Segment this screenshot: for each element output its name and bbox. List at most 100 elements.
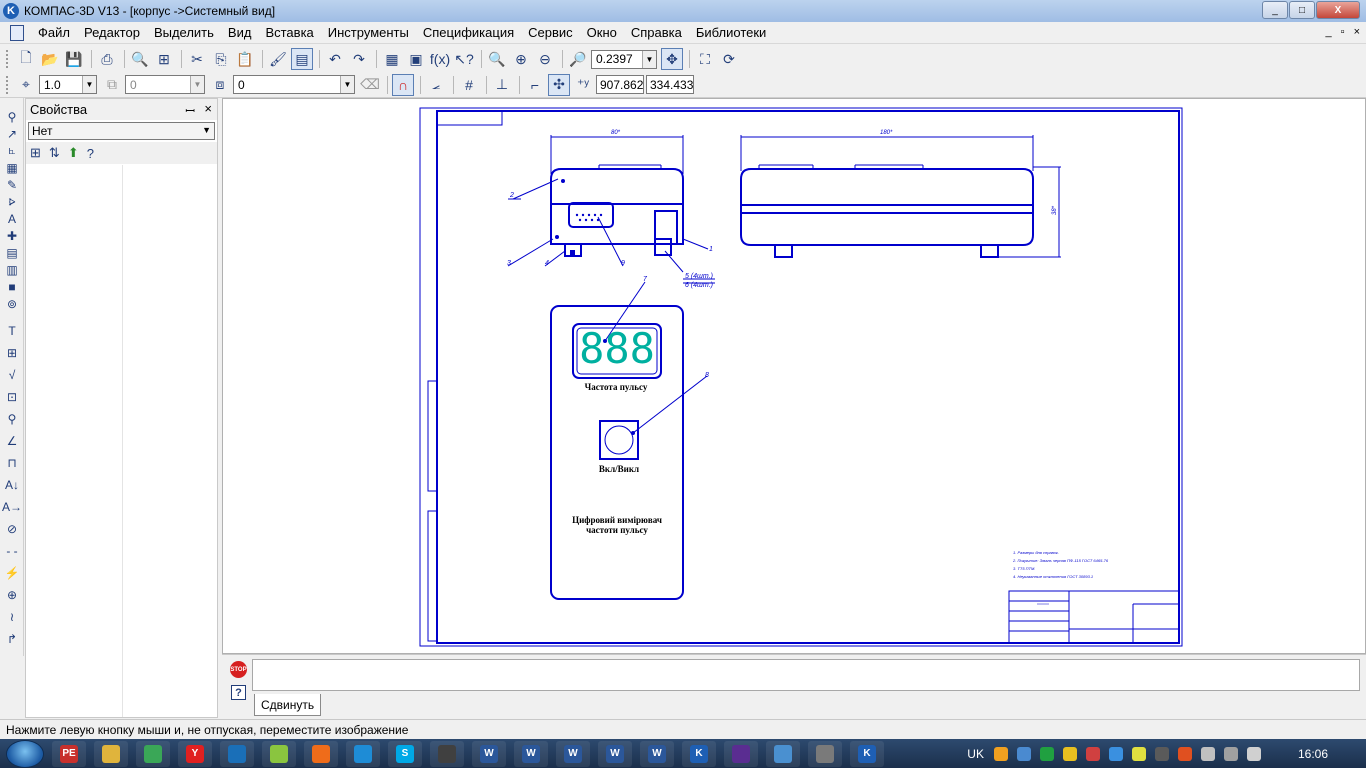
minimize-button[interactable]: _ (1262, 1, 1288, 19)
tray-icon[interactable] (1108, 746, 1123, 761)
help-icon[interactable]: ? (231, 685, 246, 700)
leader-icon[interactable]: ⚲ (3, 410, 21, 427)
break-line-icon[interactable]: ⚡ (3, 564, 21, 581)
menu-view[interactable]: Вид (228, 25, 252, 40)
flag-icon[interactable] (1246, 746, 1261, 761)
taskbar-app-button[interactable] (808, 740, 842, 767)
designations-icon[interactable]: ⦜ (3, 142, 21, 159)
close-button[interactable]: X (1316, 1, 1360, 19)
menu-insert[interactable]: Вставка (265, 25, 313, 40)
tray-icon[interactable] (1016, 746, 1031, 761)
zoom-out-icon[interactable]: ⊖ (534, 48, 556, 70)
paste-icon[interactable]: 📋 (234, 48, 256, 70)
manager-docs-icon[interactable]: ▦ (381, 48, 403, 70)
context-help-icon[interactable]: ↖? (453, 48, 475, 70)
document-icon[interactable] (10, 24, 24, 41)
taskbar-app-button[interactable]: Y (178, 740, 212, 767)
save-icon[interactable]: 💾 (63, 48, 85, 70)
show-all-icon[interactable]: ⛶ (694, 48, 716, 70)
zoom-window-icon[interactable]: 🔍 (486, 48, 508, 70)
insertions-icon[interactable]: ■ (3, 278, 21, 295)
language-indicator[interactable]: UK (967, 747, 984, 761)
position-leader-icon[interactable]: ∠ (3, 432, 21, 449)
taskbar-app-button[interactable] (430, 740, 464, 767)
edit-icon[interactable]: ▦ (3, 159, 21, 176)
new-window-icon[interactable]: ⊞ (153, 48, 175, 70)
associative-views-icon[interactable]: ✚ (3, 227, 21, 244)
help-question-icon[interactable]: ? (87, 146, 94, 161)
chevron-down-icon[interactable]: ▼ (340, 76, 354, 93)
base-icon[interactable]: ⊡ (3, 388, 21, 405)
zoom-combo[interactable]: 0.2397 ▼ (591, 49, 657, 69)
round-icon[interactable]: ✣ (548, 73, 570, 96)
tolerance-icon[interactable]: ⊓ (3, 454, 21, 471)
tray-icon[interactable] (1177, 746, 1192, 761)
print-icon[interactable]: ⎙ (96, 48, 118, 70)
axis-icon[interactable]: ⊘ (3, 520, 21, 537)
macro-icon[interactable]: ⊚ (3, 295, 21, 312)
cut-icon[interactable]: ✂ (186, 48, 208, 70)
drawing-canvas[interactable]: 80* 180* 38* 1 2 3 4 5 (4шт.) 6 (4шт.) 7… (222, 98, 1366, 654)
clock[interactable]: 16:06 (1298, 747, 1328, 761)
taskbar-app-button[interactable] (136, 740, 170, 767)
variables-icon[interactable]: ▣ (405, 48, 427, 70)
tray-icon[interactable] (1154, 746, 1169, 761)
snap-cursor-icon[interactable]: ⌖ (15, 74, 37, 96)
tray-icon[interactable] (1085, 746, 1100, 761)
view-arrow-icon[interactable]: A→ (2, 498, 22, 515)
copy-icon[interactable]: ⎘ (210, 48, 232, 70)
layer-combo[interactable]: 0 ▼ (125, 75, 205, 94)
taskbar-app-button[interactable]: W (556, 740, 590, 767)
object-type-select[interactable]: Нет ▼ (28, 122, 215, 140)
chevron-down-icon[interactable]: ▼ (190, 76, 204, 93)
zoom-scale-icon[interactable]: 🔎 (567, 48, 589, 70)
taskbar-app-button[interactable] (346, 740, 380, 767)
menu-specification[interactable]: Спецификация (423, 25, 514, 40)
doc-restore-button[interactable]: ▫ (1341, 26, 1345, 38)
taskbar-app-button[interactable] (262, 740, 296, 767)
menu-tools[interactable]: Инструменты (328, 25, 409, 40)
parametrization-icon[interactable]: ✎ (3, 176, 21, 193)
toolbar-grip[interactable] (6, 75, 10, 94)
menu-editor[interactable]: Редактор (84, 25, 140, 40)
doc-close-button[interactable]: × (1354, 26, 1360, 38)
center-mark-icon[interactable]: ⊕ (3, 586, 21, 603)
text-icon[interactable]: T (3, 322, 21, 339)
taskbar-app-button[interactable] (766, 740, 800, 767)
layers-icon[interactable]: ⧈ (209, 74, 231, 96)
menu-service[interactable]: Сервис (528, 25, 573, 40)
local-snap-icon[interactable]: ⦟ (425, 74, 447, 96)
categorized-icon[interactable]: ⊞ (30, 145, 41, 161)
taskbar-app-button[interactable]: K (682, 740, 716, 767)
apply-icon[interactable]: ⬆ (68, 145, 79, 161)
spec-icon[interactable]: ▤ (3, 244, 21, 261)
refresh-icon[interactable]: ⟳ (718, 48, 740, 70)
center-line-icon[interactable]: - - (3, 542, 21, 559)
new-document-icon[interactable]: 🗋 (15, 48, 37, 70)
table-icon[interactable]: ⊞ (3, 344, 21, 361)
magnet-snap-icon[interactable]: ∩ (392, 73, 414, 96)
undo-icon[interactable]: ↶ (324, 48, 346, 70)
menu-window[interactable]: Окно (587, 25, 617, 40)
taskbar-app-button[interactable]: S (388, 740, 422, 767)
function-fx-icon[interactable]: f(x) (429, 48, 451, 70)
measure-icon[interactable]: ⦠ (3, 193, 21, 210)
taskbar-app-button[interactable]: W (598, 740, 632, 767)
open-folder-icon[interactable]: 📂 (39, 48, 61, 70)
doc-minimize-button[interactable]: _ (1326, 26, 1332, 38)
cut-line-icon[interactable]: A↓ (3, 476, 21, 493)
menu-select[interactable]: Выделить (154, 25, 214, 40)
tray-icon[interactable] (1039, 746, 1054, 761)
chevron-down-icon[interactable]: ▼ (82, 76, 96, 93)
geometry-icon[interactable]: ⚲ (3, 108, 21, 125)
stop-icon[interactable]: STOP (230, 661, 247, 678)
taskbar-app-button[interactable] (304, 740, 338, 767)
wave-line-icon[interactable]: ≀ (3, 608, 21, 625)
local-cs-icon[interactable]: ⊥ (491, 74, 513, 96)
reports-icon[interactable]: ▥ (3, 261, 21, 278)
volume-icon[interactable] (1200, 746, 1215, 761)
format-painter-icon[interactable]: 🖌 (267, 48, 289, 70)
taskbar-app-button[interactable] (724, 740, 758, 767)
taskbar-app-button[interactable]: K (850, 740, 884, 767)
coord-y-field[interactable]: 334.433 (646, 75, 694, 94)
